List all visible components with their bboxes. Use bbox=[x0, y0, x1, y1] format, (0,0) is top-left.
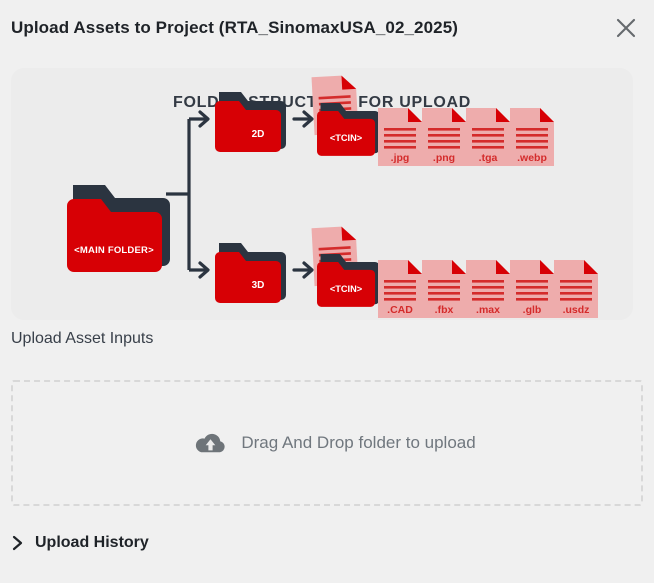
folder-2d-label: 2D bbox=[252, 129, 265, 140]
file-label-webp: .webp bbox=[517, 152, 547, 164]
file-label-max: .max bbox=[476, 304, 500, 316]
file-icon-png: .png bbox=[422, 108, 466, 166]
file-icon-glb: .glb bbox=[510, 260, 554, 318]
close-icon bbox=[615, 17, 637, 39]
file-icon-usdz: .usdz bbox=[554, 260, 598, 318]
close-button[interactable] bbox=[610, 12, 642, 44]
upload-history-toggle[interactable]: Upload History bbox=[11, 534, 149, 552]
upload-history-label: Upload History bbox=[35, 534, 149, 551]
folder-structure-panel: FOLDER STRUCTURE FOR UPLOAD <MAIN FOLDER… bbox=[11, 68, 633, 320]
arrow-3d-to-tcin bbox=[292, 261, 314, 279]
bracket-connector bbox=[166, 117, 207, 272]
file-icon-cad: .CAD bbox=[378, 260, 422, 318]
main-folder-icon: <MAIN FOLDER> bbox=[67, 185, 170, 272]
tcin-3d-icon: <TCIN> bbox=[311, 225, 380, 307]
dialog-header: Upload Assets to Project (RTA_SinomaxUSA… bbox=[0, 0, 654, 55]
tcin-2d-icon: <TCIN> bbox=[311, 74, 380, 156]
file-icon-jpg: .jpg bbox=[378, 108, 422, 166]
file-dropzone[interactable]: Drag And Drop folder to upload bbox=[11, 380, 643, 506]
section-label-upload-asset-inputs: Upload Asset Inputs bbox=[11, 330, 154, 347]
chevron-right-icon bbox=[11, 534, 25, 552]
folder-2d-icon: 2D bbox=[215, 92, 286, 152]
file-label-tga: .tga bbox=[479, 152, 498, 164]
folder-3d-label: 3D bbox=[252, 280, 265, 291]
dropzone-label: Drag And Drop folder to upload bbox=[241, 433, 476, 452]
page-title: Upload Assets to Project (RTA_SinomaxUSA… bbox=[11, 17, 459, 37]
file-icon-max: .max bbox=[466, 260, 510, 318]
file-label-png: .png bbox=[433, 152, 455, 164]
folder-3d-icon: 3D bbox=[215, 243, 286, 303]
dropzone-content: Drag And Drop folder to upload bbox=[194, 431, 476, 456]
file-label-glb: .glb bbox=[523, 304, 542, 316]
file-label-cad: .CAD bbox=[387, 304, 413, 316]
tcin-2d-label: <TCIN> bbox=[330, 133, 363, 143]
file-icon-webp: .webp bbox=[510, 108, 554, 166]
file-label-usdz: .usdz bbox=[563, 304, 590, 316]
arrow-2d-to-tcin bbox=[292, 110, 314, 128]
tcin-3d-label: <TCIN> bbox=[330, 284, 363, 294]
cloud-upload-icon bbox=[194, 431, 227, 456]
file-icon-fbx: .fbx bbox=[422, 260, 466, 318]
file-icon-tga: .tga bbox=[466, 108, 510, 166]
upload-assets-dialog: Upload Assets to Project (RTA_SinomaxUSA… bbox=[0, 0, 654, 583]
file-label-fbx: .fbx bbox=[435, 304, 454, 316]
folder-structure-diagram: <MAIN FOLDER> 2D <TCIN> .jpg .png .tga .… bbox=[67, 74, 598, 318]
main-folder-label: <MAIN FOLDER> bbox=[74, 245, 154, 256]
file-label-jpg: .jpg bbox=[391, 152, 410, 164]
